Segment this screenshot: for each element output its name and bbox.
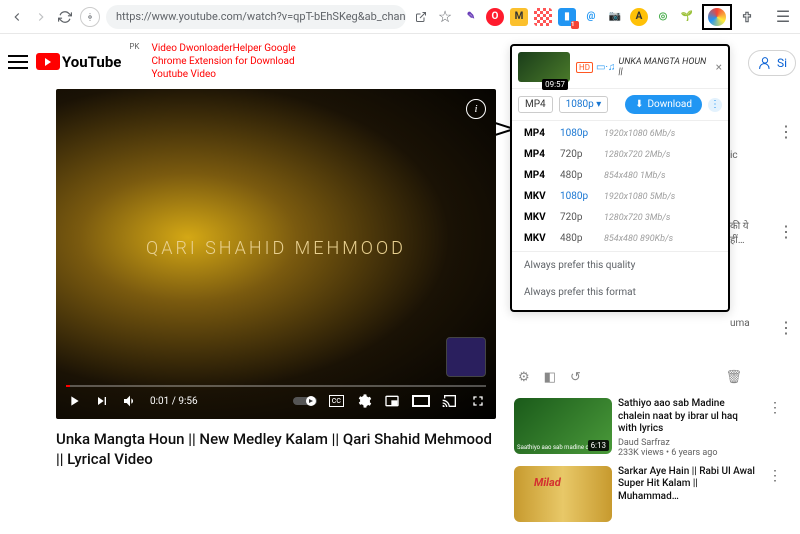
extensions-icon[interactable] bbox=[738, 8, 756, 26]
related-video[interactable]: Saathiyo aao sab madine c 6:13 Sathiyo a… bbox=[514, 398, 784, 458]
gear-icon[interactable]: ⚙ bbox=[518, 370, 530, 385]
quality-option[interactable]: MKV480p854x480 890Kb/s bbox=[512, 228, 728, 249]
ext-a-icon[interactable]: A bbox=[630, 8, 648, 26]
quality-option[interactable]: MKV720p1280x720 3Mb/s bbox=[512, 207, 728, 228]
ext-at-icon[interactable]: @ bbox=[582, 8, 600, 26]
format-select[interactable]: MP4 bbox=[518, 96, 553, 113]
forward-icon[interactable] bbox=[32, 8, 50, 26]
trash-icon[interactable]: 🗑 bbox=[725, 370, 742, 385]
download-popup: 09:57 HD ▭·♫ UNKA MANGTA HOUN || × MP4 1… bbox=[510, 44, 730, 312]
close-icon[interactable]: × bbox=[716, 60, 722, 74]
address-bar[interactable]: https://www.youtube.com/watch?v=qpT-bEhS… bbox=[106, 5, 406, 29]
popup-toolbar: ⚙ ◧ ↺ 🗑 bbox=[510, 366, 750, 389]
lock-icon[interactable] bbox=[80, 7, 100, 27]
prefer-quality[interactable]: Always prefer this quality bbox=[512, 251, 728, 279]
quality-option[interactable]: MKV1080p1920x1080 5Mb/s bbox=[512, 186, 728, 207]
annotation-text: Video DwonloaderHelper Google Chrome Ext… bbox=[151, 42, 311, 81]
popup-menu-icon[interactable]: ⋮ bbox=[708, 98, 722, 112]
youtube-logo[interactable]: YouTube bbox=[36, 53, 121, 71]
ext-blue-icon[interactable]: ▮1 bbox=[558, 8, 576, 26]
more-icon[interactable]: ⋮ bbox=[778, 122, 794, 141]
next-icon[interactable] bbox=[94, 393, 110, 409]
cast-icon[interactable] bbox=[442, 393, 458, 409]
refresh-icon[interactable] bbox=[56, 8, 74, 26]
autoplay-toggle[interactable] bbox=[293, 395, 317, 407]
sidebar-icon[interactable]: ◧ bbox=[544, 370, 556, 385]
popup-title: HD ▭·♫ UNKA MANGTA HOUN || bbox=[576, 57, 710, 77]
more-icon[interactable]: ⋮ bbox=[768, 400, 782, 416]
video-thumb: Saathiyo aao sab madine c 6:13 bbox=[514, 398, 612, 454]
settings-icon[interactable] bbox=[356, 393, 372, 409]
miniplayer-icon[interactable] bbox=[384, 393, 400, 409]
theater-icon[interactable] bbox=[412, 395, 430, 407]
more-icon[interactable]: ⋮ bbox=[768, 468, 782, 484]
video-title: Unka Mangta Houn || New Medley Kalam || … bbox=[56, 429, 496, 470]
channel-thumb[interactable] bbox=[446, 337, 486, 377]
play-icon[interactable] bbox=[66, 393, 82, 409]
ext-m-icon[interactable]: M bbox=[510, 8, 528, 26]
more-icon[interactable]: ⋮ bbox=[778, 318, 794, 337]
quality-option[interactable]: MP4720p1280x720 2Mb/s bbox=[512, 144, 728, 165]
video-media-icon: ▭·♫ bbox=[596, 62, 616, 73]
ext-pencil-icon[interactable]: ✎ bbox=[462, 8, 480, 26]
popup-thumb: 09:57 bbox=[518, 52, 570, 82]
read-icon[interactable]: ☰ bbox=[774, 8, 792, 26]
cc-icon[interactable]: cc bbox=[329, 395, 344, 407]
ext-o-icon[interactable]: ◎ bbox=[654, 8, 672, 26]
video-thumb: Milad bbox=[514, 466, 612, 522]
youtube-play-icon bbox=[36, 53, 60, 70]
quality-list: MP41080p1920x1080 6Mb/s MP4720p1280x720 … bbox=[512, 121, 728, 251]
menu-icon[interactable] bbox=[8, 55, 28, 69]
share-icon[interactable] bbox=[412, 8, 430, 26]
quality-option[interactable]: MP41080p1920x1080 6Mb/s bbox=[512, 123, 728, 144]
ext-green-icon[interactable]: 🌱 bbox=[678, 8, 696, 26]
back-icon[interactable] bbox=[8, 8, 26, 26]
related-video[interactable]: Milad Sarkar Aye Hain || Rabi Ul Awal Su… bbox=[514, 466, 784, 522]
ext-opera-icon[interactable]: O bbox=[486, 8, 504, 26]
history-icon[interactable]: ↺ bbox=[570, 370, 581, 385]
more-icon[interactable]: ⋮ bbox=[778, 222, 794, 241]
fullscreen-icon[interactable] bbox=[470, 393, 486, 409]
video-player[interactable]: QARI SHAHID MEHMOOD i 0:01 / 9:56 cc bbox=[56, 89, 496, 419]
download-button[interactable]: ⬇ Download bbox=[625, 95, 702, 114]
resolution-select[interactable]: 1080p ▾ bbox=[559, 96, 609, 113]
star-icon[interactable]: ☆ bbox=[436, 8, 454, 26]
region-badge: PK bbox=[129, 42, 139, 51]
quality-option[interactable]: MP4480p854x480 1Mb/s bbox=[512, 165, 728, 186]
time-display: 0:01 / 9:56 bbox=[150, 396, 198, 407]
video-overlay-text: QARI SHAHID MEHMOOD bbox=[56, 238, 496, 259]
vdh-icon[interactable] bbox=[708, 8, 726, 26]
ext-camera-icon[interactable]: 📷 bbox=[606, 8, 624, 26]
volume-icon[interactable] bbox=[122, 393, 138, 409]
prefer-format[interactable]: Always prefer this format bbox=[512, 279, 728, 306]
info-icon[interactable]: i bbox=[466, 99, 486, 119]
ext-checker-icon[interactable] bbox=[534, 8, 552, 26]
